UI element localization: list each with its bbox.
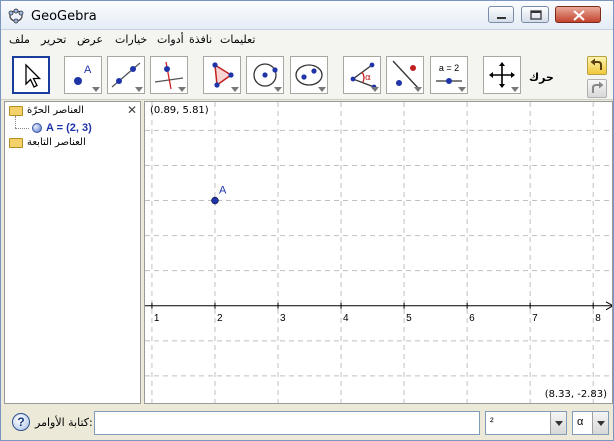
menu-bar: ملف تحرير عرض خيارات أدوات نافذة تعليمات bbox=[1, 30, 613, 50]
tool-menu-arrow-icon bbox=[414, 87, 422, 92]
greek-letter-selector-value: α bbox=[577, 416, 584, 428]
x-tick-label: 6 bbox=[469, 313, 475, 324]
menu-window[interactable]: نافذة bbox=[189, 33, 212, 46]
object-visibility-toggle[interactable] bbox=[32, 123, 42, 133]
x-tick-label: 8 bbox=[595, 313, 601, 324]
tool-menu-arrow-icon bbox=[92, 87, 100, 92]
tool-menu-arrow-icon bbox=[274, 87, 282, 92]
menu-edit[interactable]: تحرير bbox=[41, 33, 66, 46]
tool-menu-arrow-icon bbox=[318, 87, 326, 92]
tool-angle[interactable]: α bbox=[343, 56, 381, 94]
point-A[interactable] bbox=[211, 196, 219, 205]
geogebra-logo-icon bbox=[8, 8, 24, 24]
folder-closed-icon[interactable] bbox=[9, 138, 23, 148]
tool-perpendicular[interactable] bbox=[150, 56, 188, 94]
tree-connector bbox=[15, 116, 16, 128]
tool-new-point[interactable]: A bbox=[64, 56, 102, 94]
tool-slider[interactable]: a = 2 bbox=[430, 56, 468, 94]
top-left-corner-coords: (0.89, 5.81) bbox=[150, 105, 209, 116]
input-help-icon[interactable]: ? bbox=[12, 413, 30, 431]
menu-file[interactable]: ملف bbox=[9, 33, 30, 46]
tool-circle-center[interactable] bbox=[246, 56, 284, 94]
title-bar: GeoGebra bbox=[1, 1, 613, 30]
algebra-object-A[interactable]: A = (2, 3) bbox=[46, 122, 92, 134]
folder-open-icon[interactable] bbox=[9, 106, 23, 116]
tool-menu-arrow-icon bbox=[135, 87, 143, 92]
undo-icon bbox=[590, 58, 602, 70]
tool-move[interactable] bbox=[12, 56, 50, 94]
tool-polygon[interactable] bbox=[203, 56, 241, 94]
bottom-right-corner-coords: (8.33, -2.83) bbox=[544, 389, 607, 400]
tool-conic[interactable] bbox=[290, 56, 328, 94]
greek-letter-selector[interactable]: α bbox=[572, 411, 609, 435]
tool-line[interactable] bbox=[107, 56, 145, 94]
tool-help-text: حرك bbox=[529, 71, 554, 84]
tool-menu-arrow-icon bbox=[371, 87, 379, 92]
tool-reflect[interactable] bbox=[386, 56, 424, 94]
tool-menu-arrow-icon bbox=[458, 87, 466, 92]
tool-menu-arrow-icon bbox=[178, 87, 186, 92]
menu-tools[interactable]: أدوات bbox=[157, 33, 184, 46]
maximize-button[interactable] bbox=[521, 6, 549, 23]
chevron-down-icon[interactable] bbox=[592, 412, 608, 434]
tool-menu-arrow-icon bbox=[231, 87, 239, 92]
tool-menu-arrow-icon bbox=[511, 87, 519, 92]
input-bar: ? كتابة الأوامر: ² α bbox=[1, 405, 613, 440]
tool-move-graphics[interactable] bbox=[483, 56, 521, 94]
tree-connector bbox=[15, 128, 29, 129]
graphics-canvas[interactable]: 1 2 3 4 5 6 7 8 A bbox=[145, 102, 613, 404]
free-objects-label[interactable]: العناصر الحرّة bbox=[27, 105, 84, 116]
x-tick-label: 5 bbox=[406, 313, 412, 324]
menu-help[interactable]: تعليمات bbox=[220, 33, 255, 46]
arrow-pointer-icon bbox=[25, 63, 42, 88]
x-tick-label: 7 bbox=[532, 313, 538, 324]
geogebra-window: GeoGebra ملف تحرير عرض خيارات أدوات نافذ… bbox=[0, 0, 614, 441]
x-tick-label: 2 bbox=[217, 313, 223, 324]
redo-icon bbox=[592, 81, 604, 93]
chevron-down-icon[interactable] bbox=[550, 412, 566, 434]
svg-text:α: α bbox=[365, 73, 371, 83]
menu-options[interactable]: خيارات bbox=[115, 33, 147, 46]
algebra-view: ✕ العناصر الحرّة A = (2, 3) العناصر التا… bbox=[4, 101, 141, 404]
window-title: GeoGebra bbox=[31, 9, 97, 24]
close-algebra-view-icon[interactable]: ✕ bbox=[127, 104, 137, 116]
x-tick-label: 1 bbox=[154, 313, 160, 324]
symbol-selector-value: ² bbox=[490, 416, 494, 428]
slider-icon-text: a = 2 bbox=[439, 63, 459, 73]
symbol-selector[interactable]: ² bbox=[485, 411, 567, 435]
menu-view[interactable]: عرض bbox=[77, 33, 103, 46]
x-tick-label: 4 bbox=[343, 313, 349, 324]
input-bar-label: كتابة الأوامر: bbox=[35, 416, 93, 429]
svg-text:A: A bbox=[84, 64, 92, 76]
minimize-button[interactable] bbox=[488, 6, 514, 23]
point-label: A bbox=[219, 185, 227, 197]
undo-button[interactable] bbox=[587, 56, 607, 75]
command-input[interactable] bbox=[94, 411, 480, 435]
toolbar: A α a = 2 bbox=[1, 50, 613, 100]
graphics-view[interactable]: 1 2 3 4 5 6 7 8 A (0.89, 5.81) (8.33, -2.83) bbox=[144, 101, 613, 404]
close-window-button[interactable] bbox=[555, 6, 601, 23]
dependent-objects-label[interactable]: العناصر التابعة bbox=[27, 137, 86, 148]
x-tick-label: 3 bbox=[280, 313, 286, 324]
redo-button[interactable] bbox=[587, 79, 607, 98]
